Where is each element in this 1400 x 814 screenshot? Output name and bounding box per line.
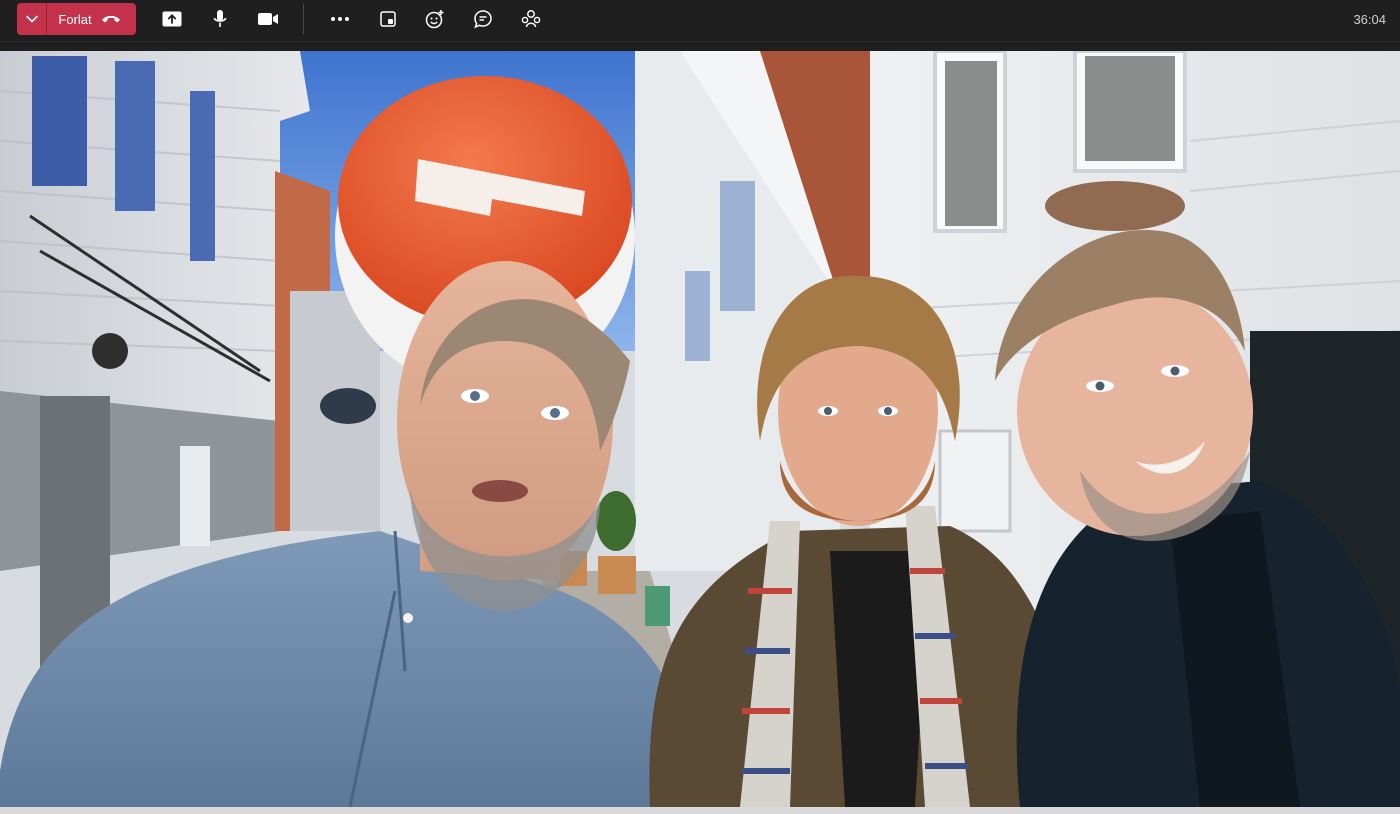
share-button[interactable] <box>156 5 188 33</box>
toolbar-divider <box>303 4 304 34</box>
reactions-button[interactable] <box>419 5 451 33</box>
camera-button[interactable] <box>252 5 284 33</box>
video-stage <box>0 51 1400 807</box>
leave-button-group: Forlat <box>17 3 136 35</box>
hang-up-icon <box>101 15 120 23</box>
more-options-button[interactable] <box>324 5 356 33</box>
more-options-icon <box>331 17 349 21</box>
window-bottom-edge <box>0 807 1400 814</box>
meeting-room-button[interactable] <box>372 5 404 33</box>
participants-icon <box>521 10 541 28</box>
camera-icon <box>258 13 278 25</box>
meeting-toolbar: Forlat 36:04 <box>0 0 1400 42</box>
leave-options-button[interactable] <box>17 3 47 35</box>
chat-button[interactable] <box>467 5 499 33</box>
microphone-icon <box>213 10 227 27</box>
video-feed <box>0 51 1400 807</box>
leave-label: Forlat <box>58 11 92 27</box>
leave-button[interactable]: Forlat <box>47 3 136 35</box>
reactions-icon <box>425 10 444 29</box>
call-timer: 36:04 <box>1353 12 1386 27</box>
share-icon <box>162 11 182 27</box>
chat-icon <box>474 10 492 29</box>
participants-button[interactable] <box>515 5 547 33</box>
microphone-button[interactable] <box>204 5 236 33</box>
chevron-down-icon <box>25 15 38 23</box>
meeting-room-icon <box>380 11 396 27</box>
